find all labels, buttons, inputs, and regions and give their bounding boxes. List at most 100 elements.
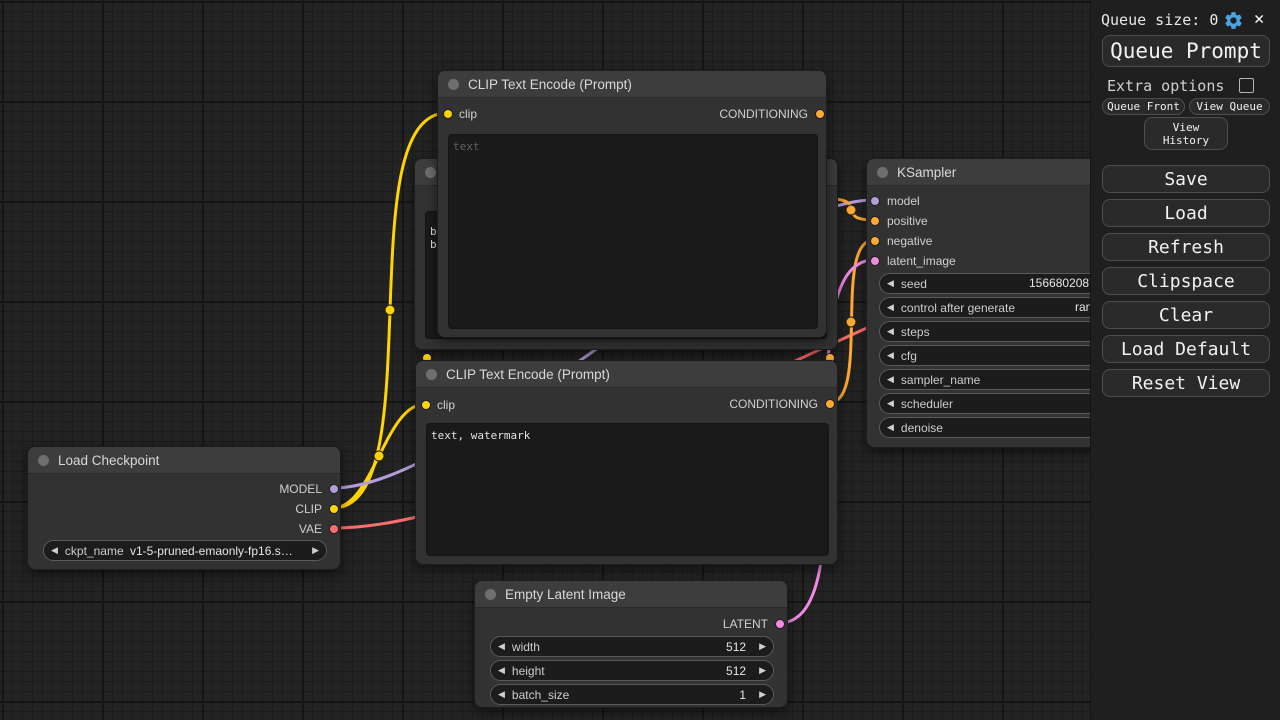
link-dot: [846, 205, 856, 215]
collapse-dot[interactable]: [485, 589, 496, 600]
widget-label: control after generate: [901, 301, 1015, 315]
output-label-latent: LATENT: [723, 616, 768, 632]
collapse-dot[interactable]: [425, 167, 436, 178]
output-label-clip: CLIP: [295, 501, 322, 517]
node-clip-text-encode-negative[interactable]: CLIP Text Encode (Prompt) clip CONDITION…: [415, 360, 838, 565]
queue-front-button[interactable]: Queue Front: [1102, 98, 1185, 115]
input-port-model[interactable]: [870, 196, 880, 206]
increment-arrow-icon[interactable]: ▶: [752, 685, 773, 704]
save-button[interactable]: Save: [1102, 165, 1270, 193]
decrement-arrow-icon[interactable]: ◀: [880, 274, 901, 293]
output-label-model: MODEL: [279, 481, 322, 497]
collapse-dot[interactable]: [877, 167, 888, 178]
decrement-arrow-icon[interactable]: ◀: [491, 637, 512, 656]
node-load-checkpoint[interactable]: Load Checkpoint MODEL CLIP VAE ◀ ckpt_na…: [27, 446, 341, 570]
link-dot: [846, 317, 856, 327]
input-label-latent-image: latent_image: [887, 253, 956, 269]
view-queue-button[interactable]: View Queue: [1189, 98, 1270, 115]
batch-size-widget[interactable]: ◀ batch_size 1 ▶: [490, 684, 774, 705]
view-history-button[interactable]: View History: [1144, 117, 1228, 150]
node-clip-text-encode-top[interactable]: CLIP Text Encode (Prompt) clip CONDITION…: [437, 70, 827, 338]
input-port-negative[interactable]: [870, 236, 880, 246]
close-menu-icon[interactable]: ✕: [1254, 9, 1264, 29]
view-history-line: History: [1163, 134, 1209, 147]
input-label-clip: clip: [437, 397, 455, 413]
input-port-clip[interactable]: [421, 400, 431, 410]
decrement-arrow-icon[interactable]: ◀: [880, 394, 901, 413]
input-label-negative: negative: [887, 233, 932, 249]
increment-arrow-icon[interactable]: ▶: [752, 637, 773, 656]
decrement-arrow-icon[interactable]: ◀: [880, 346, 901, 365]
node-title: KSampler: [897, 165, 956, 180]
node-empty-latent-image[interactable]: Empty Latent Image LATENT ◀ width 512 ▶ …: [474, 580, 788, 708]
node-title: Load Checkpoint: [58, 453, 159, 468]
load-button[interactable]: Load: [1102, 199, 1270, 227]
node-title: CLIP Text Encode (Prompt): [446, 367, 610, 382]
output-port-conditioning[interactable]: [815, 109, 825, 119]
decrement-arrow-icon[interactable]: ◀: [880, 418, 901, 437]
queue-size-row: Queue size: 0: [1101, 11, 1218, 29]
widget-label: scheduler: [901, 397, 953, 411]
prompt-textarea[interactable]: text, watermark: [426, 423, 829, 556]
extra-options-label: Extra options: [1107, 77, 1224, 95]
collapse-dot[interactable]: [448, 79, 459, 90]
height-widget[interactable]: ◀ height 512 ▶: [490, 660, 774, 681]
widget-value: 1566802087: [1029, 274, 1096, 293]
input-label-model: model: [887, 193, 920, 209]
widget-label: cfg: [901, 349, 917, 363]
output-port-conditioning[interactable]: [825, 399, 835, 409]
widget-value: 512: [545, 664, 752, 678]
increment-arrow-icon[interactable]: ▶: [752, 661, 773, 680]
node-title-bar[interactable]: Load Checkpoint: [28, 447, 340, 474]
extra-options-checkbox[interactable]: [1239, 78, 1254, 93]
ckpt-name-widget[interactable]: ◀ ckpt_name v1-5-pruned-emaonly-fp16.s… …: [43, 540, 327, 561]
widget-label: ckpt_name: [65, 544, 124, 558]
widget-label: steps: [901, 325, 930, 339]
output-label-vae: VAE: [299, 521, 322, 537]
reset-view-button[interactable]: Reset View: [1102, 369, 1270, 397]
node-title-bar[interactable]: CLIP Text Encode (Prompt): [438, 71, 826, 98]
prompt-textarea[interactable]: text: [448, 134, 818, 329]
output-port-latent[interactable]: [775, 619, 785, 629]
input-label-positive: positive: [887, 213, 928, 229]
widget-value: v1-5-pruned-emaonly-fp16.s…: [124, 544, 305, 558]
output-label-conditioning: CONDITIONING: [729, 396, 818, 412]
clear-button[interactable]: Clear: [1102, 301, 1270, 329]
node-title: Empty Latent Image: [505, 587, 626, 602]
node-title-bar[interactable]: CLIP Text Encode (Prompt): [416, 361, 837, 388]
refresh-button[interactable]: Refresh: [1102, 233, 1270, 261]
load-default-button[interactable]: Load Default: [1102, 335, 1270, 363]
widget-label: denoise: [901, 421, 943, 435]
input-port-clip[interactable]: [443, 109, 453, 119]
link-dot: [385, 305, 395, 315]
widget-label: batch_size: [512, 688, 569, 702]
next-value-arrow-icon[interactable]: ▶: [305, 541, 326, 560]
node-graph-canvas[interactable]: be bo CLIP Text Encode (Prompt) clip CON…: [0, 0, 1280, 720]
output-port-vae[interactable]: [329, 524, 339, 534]
decrement-arrow-icon[interactable]: ◀: [491, 685, 512, 704]
collapse-dot[interactable]: [38, 455, 49, 466]
input-port-latent-image[interactable]: [870, 256, 880, 266]
input-port-positive[interactable]: [870, 216, 880, 226]
link-dot: [374, 451, 384, 461]
clipspace-button[interactable]: Clipspace: [1102, 267, 1270, 295]
widget-label: width: [512, 640, 540, 654]
node-title-bar[interactable]: Empty Latent Image: [475, 581, 787, 608]
collapse-dot[interactable]: [426, 369, 437, 380]
output-port-model[interactable]: [329, 484, 339, 494]
prev-value-arrow-icon[interactable]: ◀: [44, 541, 65, 560]
decrement-arrow-icon[interactable]: ◀: [880, 370, 901, 389]
widget-value: 1: [569, 688, 752, 702]
settings-gear-icon[interactable]: [1223, 10, 1244, 31]
decrement-arrow-icon[interactable]: ◀: [880, 322, 901, 341]
width-widget[interactable]: ◀ width 512 ▶: [490, 636, 774, 657]
queue-prompt-button[interactable]: Queue Prompt: [1102, 35, 1270, 67]
input-label-clip: clip: [459, 106, 477, 122]
decrement-arrow-icon[interactable]: ◀: [491, 661, 512, 680]
output-port-clip[interactable]: [329, 504, 339, 514]
queue-size-value: 0: [1209, 11, 1218, 29]
widget-label: seed: [901, 277, 927, 291]
widget-label: height: [512, 664, 545, 678]
widget-label: sampler_name: [901, 373, 980, 387]
decrement-arrow-icon[interactable]: ◀: [880, 298, 901, 317]
